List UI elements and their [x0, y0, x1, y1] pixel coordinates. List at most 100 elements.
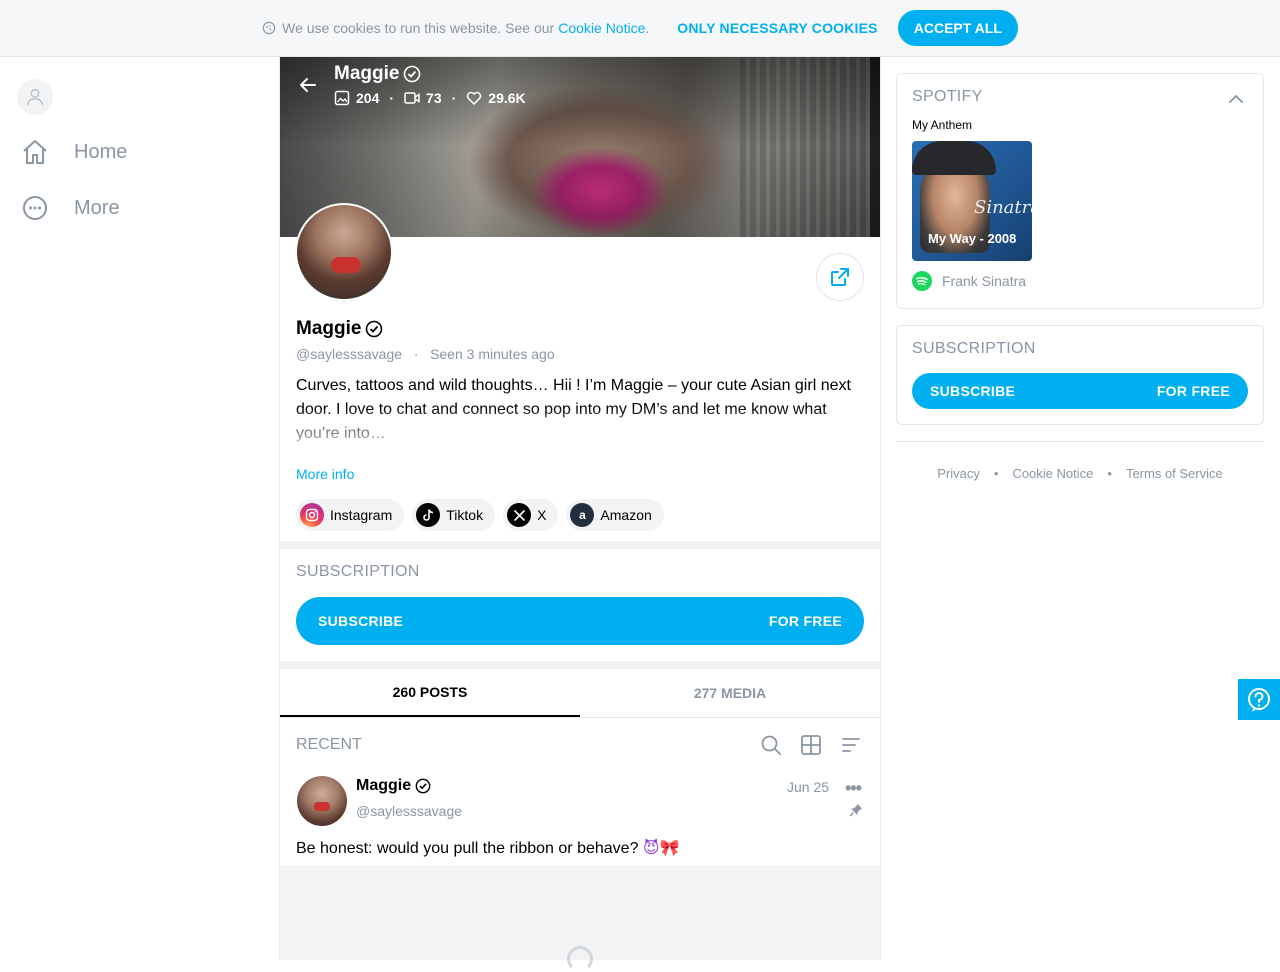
- subscription-title: SUBSCRIPTION: [296, 563, 420, 580]
- sidebar-divider: [896, 441, 1264, 442]
- image-icon: [334, 90, 350, 106]
- artist-name: Frank Sinatra: [942, 273, 1027, 289]
- spotify-card: SPOTIFY My Anthem Sinatra My Way - 2008 …: [896, 73, 1264, 309]
- sidebar-subscribe-price: FOR FREE: [1156, 383, 1230, 399]
- profile-tabs: 260 POSTS 277 MEDIA: [280, 669, 880, 718]
- footer-link-cookie-notice[interactable]: Cookie Notice: [1012, 466, 1093, 481]
- chevron-up-icon[interactable]: [1227, 90, 1245, 108]
- instagram-icon: [300, 503, 324, 527]
- section-divider: [280, 541, 880, 549]
- amazon-icon: a: [570, 503, 595, 527]
- cover-profile-name: Maggie: [334, 63, 421, 85]
- section-divider: [280, 661, 880, 669]
- social-link-amazon[interactable]: a Amazon: [566, 499, 664, 531]
- social-link-instagram[interactable]: Instagram: [296, 499, 405, 531]
- artist-row[interactable]: Frank Sinatra: [912, 271, 1026, 291]
- post-media-placeholder: [280, 866, 880, 972]
- feed-sort-label: RECENT: [296, 736, 362, 753]
- likes-count: 29.6K: [488, 90, 526, 106]
- nav-home-label: Home: [74, 140, 128, 163]
- user-avatar[interactable]: [17, 79, 53, 115]
- footer-separator: •: [1107, 466, 1112, 481]
- seen-time: 3 minutes ago: [466, 346, 555, 362]
- nav-more-label: More: [74, 196, 120, 219]
- more-info-link[interactable]: More info: [296, 466, 354, 482]
- social-link-x[interactable]: X: [503, 499, 559, 531]
- accept-all-cookies-button[interactable]: ACCEPT ALL: [897, 10, 1018, 46]
- footer-link-terms[interactable]: Terms of Service: [1126, 466, 1223, 481]
- subscription-card-title: SUBSCRIPTION: [912, 340, 1036, 357]
- videos-count: 73: [426, 90, 442, 106]
- post-author-name[interactable]: Maggie: [356, 777, 431, 795]
- back-arrow-icon[interactable]: [298, 75, 318, 95]
- profile-avatar[interactable]: [295, 203, 393, 301]
- help-button[interactable]: [1238, 679, 1280, 720]
- only-necessary-cookies-button[interactable]: ONLY NECESSARY COOKIES: [677, 20, 877, 36]
- subscribe-button[interactable]: SUBSCRIBE FOR FREE: [296, 597, 864, 645]
- post-author-handle: @saylesssavage: [356, 803, 463, 819]
- user-icon: [26, 88, 44, 106]
- more-icon: [23, 196, 47, 220]
- share-profile-button[interactable]: [816, 253, 864, 301]
- home-icon: [23, 140, 47, 164]
- cover-stats: 204 · 73 · 29.6K: [334, 90, 526, 106]
- post-body: Be honest: would you pull the ribbon or …: [296, 840, 639, 857]
- verified-icon: [404, 65, 421, 83]
- verified-icon: [415, 778, 431, 794]
- profile-handle: @saylesssavage: [296, 346, 403, 362]
- tab-posts[interactable]: 260 POSTS: [280, 669, 580, 717]
- pin-icon: [849, 804, 862, 817]
- cookie-message-suffix: .: [645, 20, 650, 36]
- spotify-title: SPOTIFY: [912, 88, 983, 105]
- verified-icon: [366, 320, 383, 338]
- social-label-amazon: Amazon: [600, 507, 652, 523]
- nav-item-home[interactable]: Home: [20, 132, 127, 172]
- help-icon: [1248, 687, 1270, 712]
- post-more-options-button[interactable]: •••: [845, 778, 862, 799]
- sidebar-subscribe-button[interactable]: SUBSCRIBE FOR FREE: [912, 373, 1248, 409]
- album-signature: Sinatra: [974, 197, 1032, 218]
- sort-icon[interactable]: [840, 734, 862, 756]
- footer-link-privacy[interactable]: Privacy: [937, 466, 980, 481]
- track-title: My Way - 2008: [928, 231, 1017, 246]
- share-icon: [831, 268, 849, 286]
- post-author-avatar[interactable]: [297, 776, 347, 826]
- anthem-label: My Anthem: [912, 118, 973, 132]
- tiktok-icon: [416, 503, 441, 527]
- column-divider-right: [880, 57, 881, 960]
- cover-name-text: Maggie: [334, 63, 400, 84]
- spotify-icon: [912, 271, 932, 291]
- post-text: Be honest: would you pull the ribbon or …: [296, 838, 680, 858]
- social-label-instagram: Instagram: [330, 507, 393, 523]
- subscribe-price: FOR FREE: [768, 613, 842, 629]
- subscribe-label: SUBSCRIBE: [318, 613, 404, 629]
- seen-label: Seen: [430, 346, 463, 362]
- footer-links: Privacy • Cookie Notice • Terms of Servi…: [896, 466, 1264, 481]
- ribbon-emoji: 🎀: [659, 838, 680, 857]
- profile-bio: Curves, tattoos and wild thoughts… Hii !…: [296, 377, 851, 442]
- search-icon[interactable]: [760, 734, 782, 756]
- social-links: Instagram Tiktok X a Amazon: [296, 499, 664, 531]
- cookie-notice-link[interactable]: Cookie Notice: [558, 20, 645, 36]
- social-link-tiktok[interactable]: Tiktok: [412, 499, 496, 531]
- album-cover[interactable]: Sinatra My Way - 2008: [912, 141, 1032, 261]
- cookie-icon: [262, 21, 276, 35]
- sidebar-subscribe-label: SUBSCRIBE: [930, 383, 1016, 399]
- post-date: Jun 25: [787, 779, 830, 795]
- footer-separator: •: [993, 466, 999, 481]
- grid-view-icon[interactable]: [800, 734, 822, 756]
- profile-name: Maggie: [296, 318, 383, 340]
- social-label-tiktok: Tiktok: [446, 507, 484, 523]
- x-icon: [507, 503, 532, 527]
- profile-name-text: Maggie: [296, 318, 362, 339]
- social-label-x: X: [537, 507, 547, 523]
- video-icon: [404, 92, 420, 104]
- feed-toolbar: [760, 734, 862, 756]
- subscription-card: SUBSCRIPTION SUBSCRIBE FOR FREE: [896, 325, 1264, 425]
- nav-item-more[interactable]: More: [20, 188, 120, 228]
- post-author-name-text: Maggie: [356, 777, 412, 794]
- loading-spinner-icon: [567, 946, 593, 972]
- heart-icon: [467, 91, 482, 105]
- left-sidebar: Home More: [0, 57, 279, 960]
- tab-media[interactable]: 277 MEDIA: [580, 669, 880, 717]
